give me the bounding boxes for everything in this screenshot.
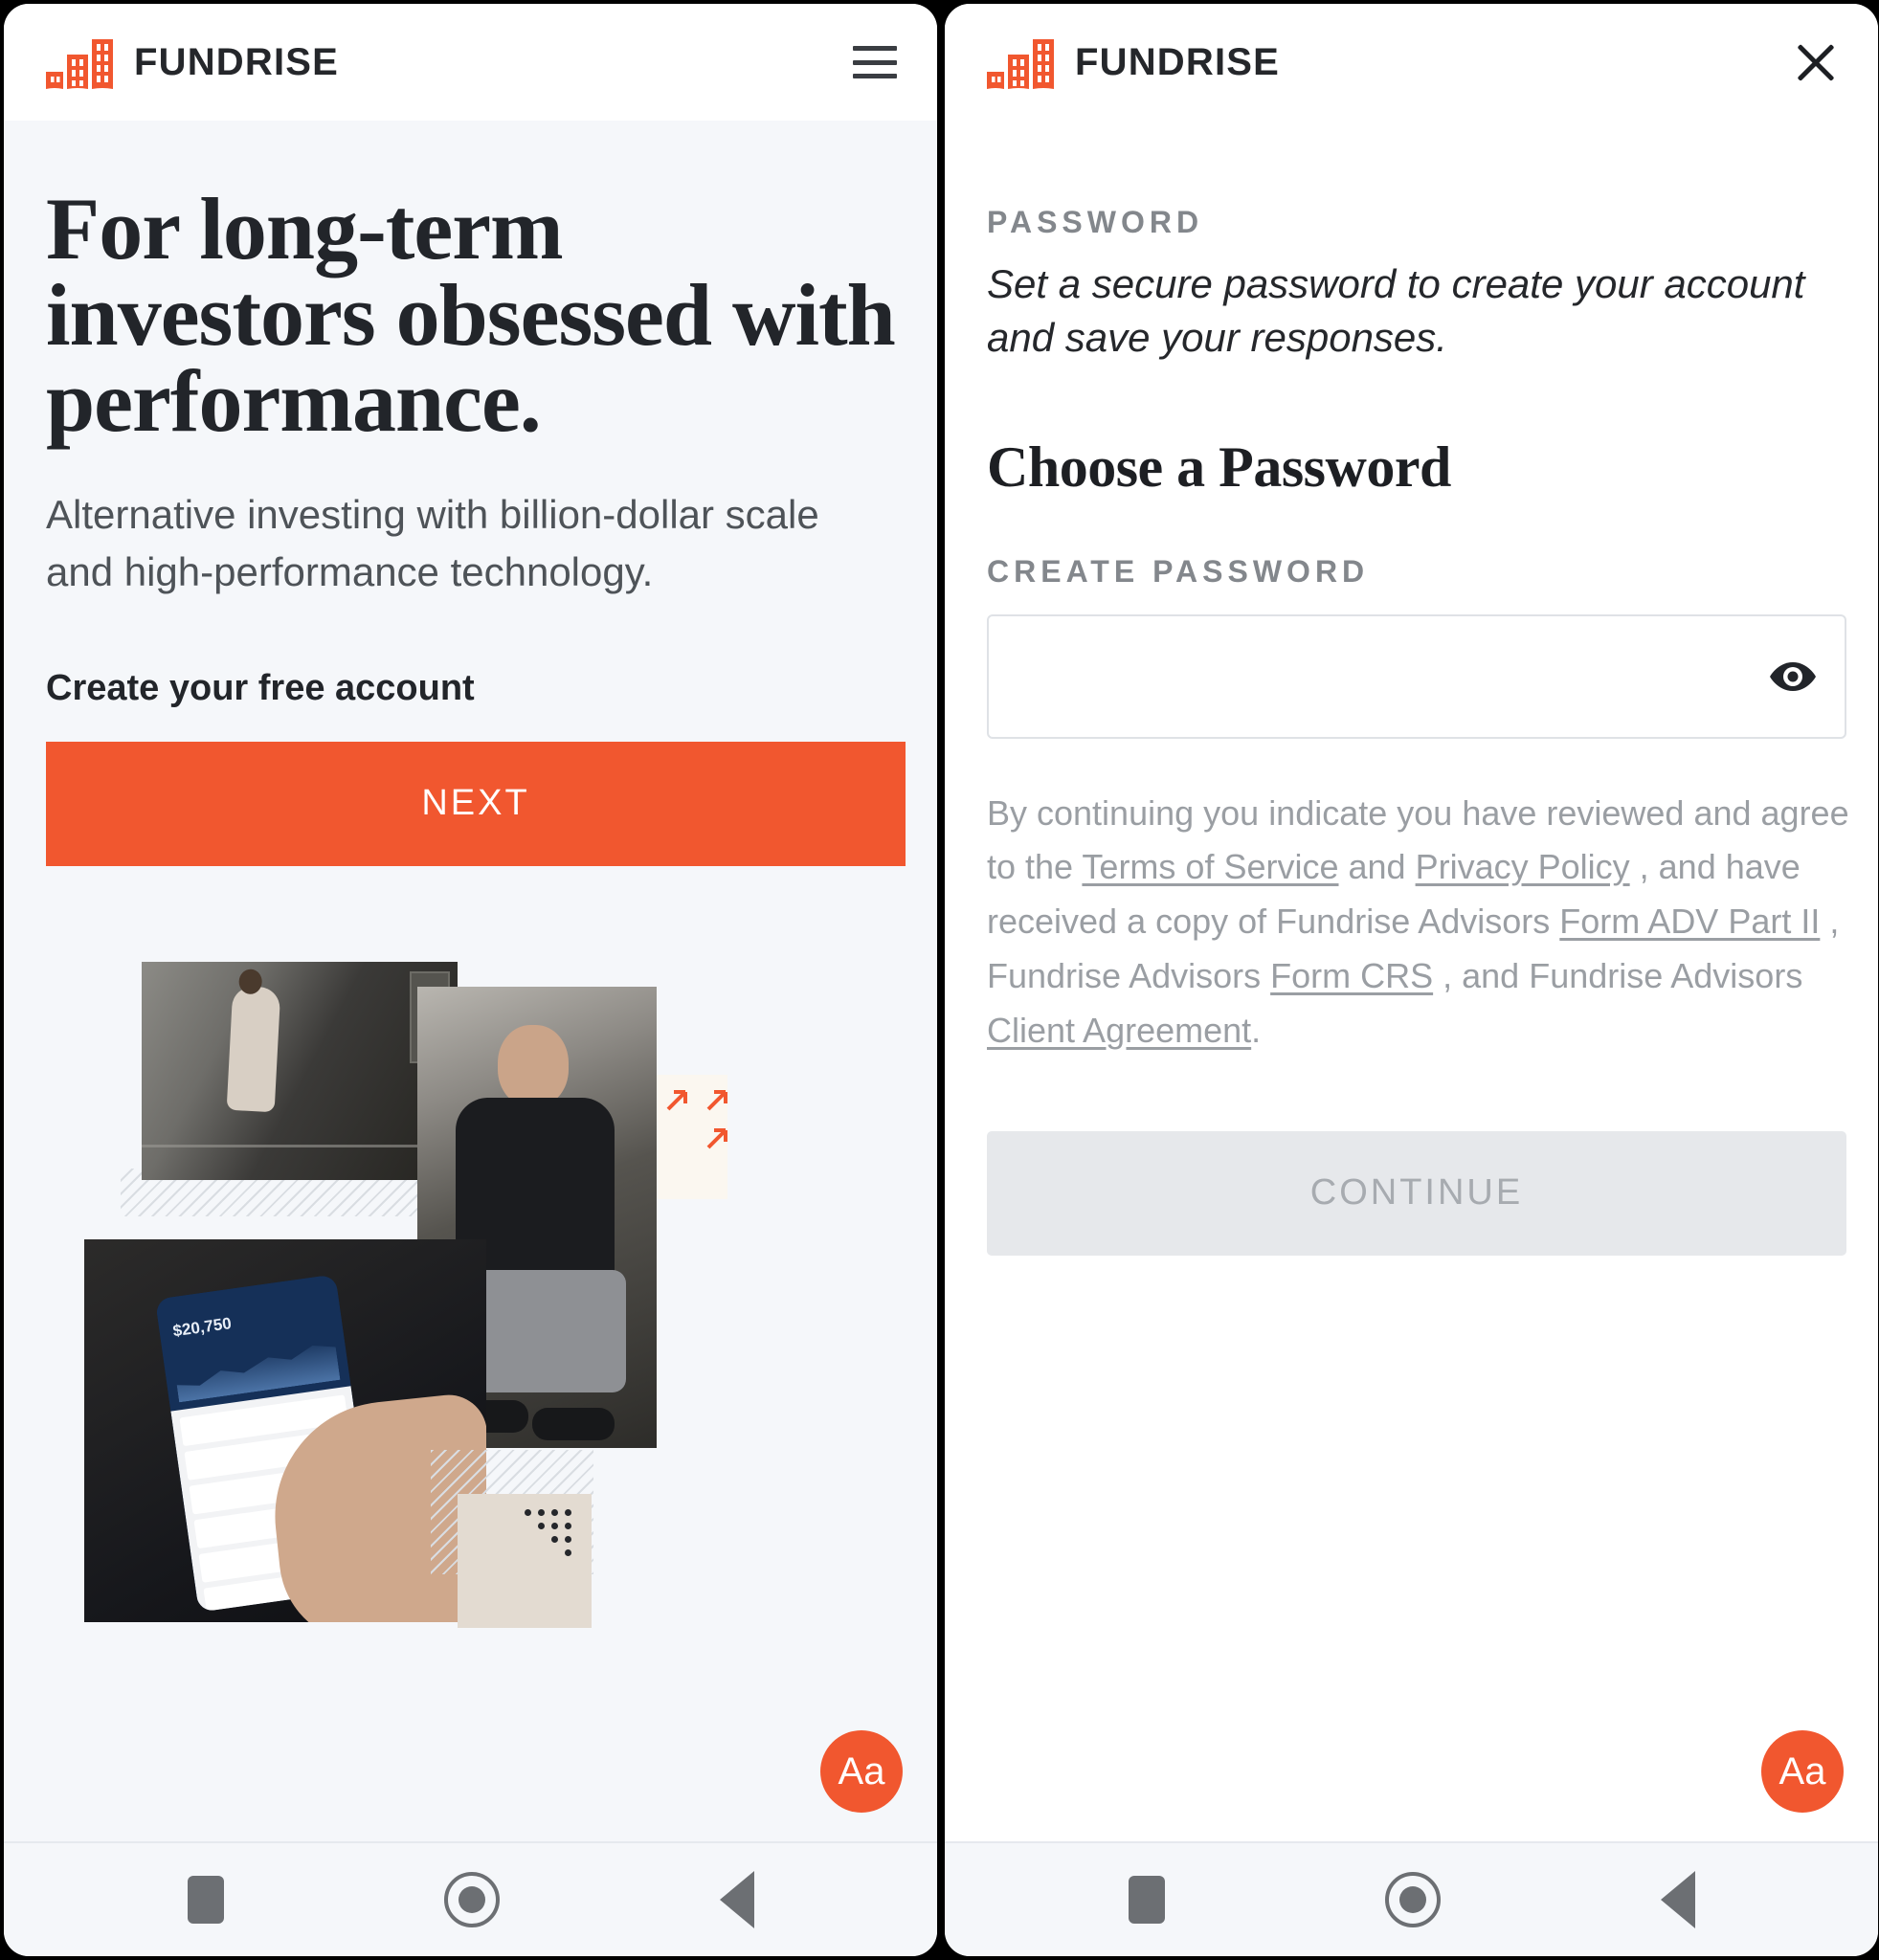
- legal-part-2: and: [1338, 847, 1416, 887]
- legal-part-6: .: [1251, 1011, 1262, 1051]
- create-account-label: Create your free account: [46, 667, 475, 708]
- fundrise-buildings-logo-icon: [985, 33, 1058, 91]
- hero-subhead: Alternative investing with billion-dolla…: [46, 492, 819, 595]
- hamburger-bar: [853, 74, 897, 78]
- hand-holding-phone-photo: $20,750: [84, 1238, 486, 1622]
- phone-screen-amount: $20,750: [171, 1313, 233, 1341]
- right-phone-screenshot: FUNDRISE PASSWORD Set a secure password …: [945, 4, 1878, 1956]
- privacy-policy-link[interactable]: Privacy Policy: [1416, 847, 1630, 886]
- square-recents-icon[interactable]: [1128, 1876, 1165, 1924]
- dual-screenshot-stage: FUNDRISE For long-term investors obsesse…: [0, 0, 1879, 1960]
- legal-part-5: , and Fundrise Advisors: [1433, 956, 1803, 996]
- legal-disclosure-text: By continuing you indicate you have revi…: [987, 787, 1854, 1058]
- create-password-label: CREATE PASSWORD: [987, 553, 1370, 589]
- terms-of-service-link[interactable]: Terms of Service: [1082, 847, 1338, 886]
- circle-home-icon[interactable]: [1384, 1872, 1441, 1927]
- triangle-back-icon[interactable]: [719, 1871, 754, 1928]
- client-agreement-link[interactable]: Client Agreement: [987, 1011, 1251, 1050]
- brand-lockup[interactable]: FUNDRISE: [44, 33, 339, 91]
- next-button[interactable]: NEXT: [46, 741, 906, 866]
- right-page-content: PASSWORD Set a secure password to create…: [945, 121, 1878, 1841]
- circle-home-icon[interactable]: [443, 1872, 500, 1927]
- brand-lockup[interactable]: FUNDRISE: [985, 33, 1280, 91]
- eye-visibility-icon[interactable]: [1766, 656, 1820, 698]
- left-app-header: FUNDRISE: [4, 4, 937, 121]
- hamburger-bar: [853, 59, 897, 65]
- step-description: Set a secure password to create your acc…: [987, 261, 1805, 361]
- form-crs-link[interactable]: Form CRS: [1270, 956, 1433, 995]
- triangle-back-icon[interactable]: [1660, 1871, 1695, 1928]
- woman-walking-photo: [142, 961, 458, 1180]
- hamburger-menu-icon[interactable]: [853, 46, 897, 78]
- brand-wordmark: FUNDRISE: [1075, 40, 1281, 83]
- font-size-button[interactable]: Aa: [1761, 1730, 1844, 1813]
- fundrise-buildings-logo-icon: [44, 33, 117, 91]
- square-recents-icon[interactable]: [187, 1876, 224, 1924]
- hero-image-collage: $20,750: [46, 961, 906, 1651]
- page-title: Choose a Password: [987, 434, 1451, 499]
- left-phone-screenshot: FUNDRISE For long-term investors obsesse…: [4, 4, 937, 1956]
- page-title: For long-term investors obsessed with pe…: [46, 180, 896, 451]
- close-x-icon[interactable]: [1794, 40, 1838, 84]
- left-page-content: For long-term investors obsessed with pe…: [4, 121, 937, 1841]
- dot-grid-decor: [525, 1508, 582, 1567]
- password-field-wrapper[interactable]: [987, 613, 1846, 739]
- font-size-button[interactable]: Aa: [820, 1730, 903, 1813]
- step-kicker: PASSWORD: [987, 205, 1204, 239]
- expand-arrows-icon: [666, 1089, 727, 1149]
- password-input[interactable]: [989, 615, 1845, 737]
- hamburger-bar: [853, 46, 897, 51]
- brand-wordmark: FUNDRISE: [134, 40, 340, 83]
- android-nav-bar: [4, 1841, 937, 1956]
- form-adv-part-ii-link[interactable]: Form ADV Part II: [1559, 902, 1820, 941]
- android-nav-bar: [945, 1841, 1878, 1956]
- right-app-header: FUNDRISE: [945, 4, 1878, 121]
- continue-button[interactable]: CONTINUE: [987, 1130, 1846, 1256]
